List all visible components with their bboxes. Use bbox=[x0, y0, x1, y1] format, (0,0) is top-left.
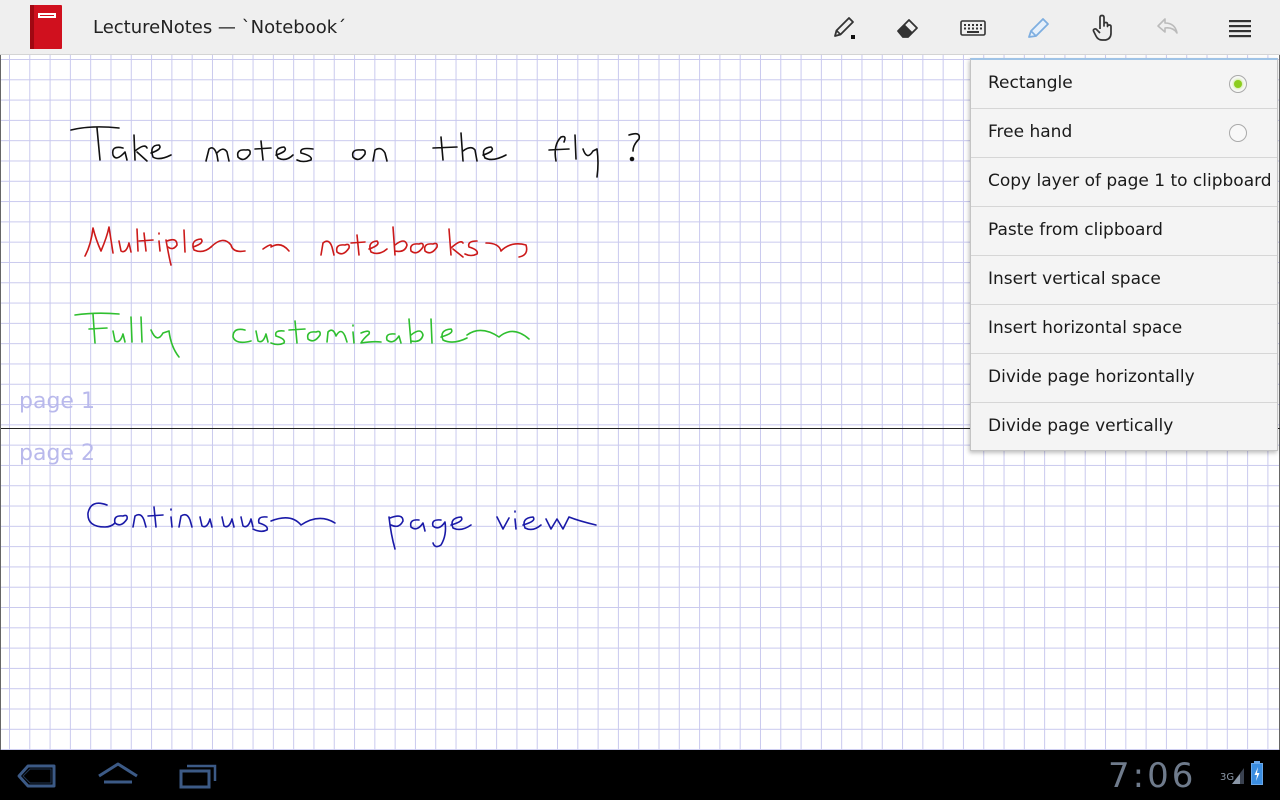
signal-icon bbox=[1232, 768, 1244, 784]
system-bar: 7:06 3G bbox=[0, 750, 1280, 800]
radio-unselected-icon[interactable] bbox=[1229, 124, 1247, 142]
menu-item-label: Insert vertical space bbox=[988, 269, 1161, 289]
hand-pointer-icon bbox=[1092, 14, 1112, 41]
clock[interactable]: 7:06 bbox=[1108, 756, 1196, 796]
highlighter-icon bbox=[1028, 18, 1049, 38]
app-title: LectureNotes — `Notebook´ bbox=[93, 17, 347, 38]
eraser-icon bbox=[897, 19, 918, 38]
pen-tool-button[interactable] bbox=[822, 7, 866, 49]
menu-item-divide-horizontally[interactable]: Divide page horizontally bbox=[971, 354, 1277, 403]
radio-selected-icon[interactable] bbox=[1229, 75, 1247, 93]
keyboard-tool-button[interactable] bbox=[951, 7, 995, 49]
menu-item-paste[interactable]: Paste from clipboard bbox=[971, 207, 1277, 256]
ink-note-fully-customizable bbox=[74, 312, 530, 358]
battery-icon[interactable] bbox=[1250, 760, 1264, 786]
hand-tool-button[interactable] bbox=[1081, 7, 1125, 49]
keyboard-icon bbox=[960, 20, 986, 36]
ink-note-continuous-page-view bbox=[87, 502, 597, 550]
overflow-menu: Rectangle Free hand Copy layer of page 1… bbox=[970, 58, 1278, 451]
menu-item-insert-horizontal-space[interactable]: Insert horizontal space bbox=[971, 305, 1277, 354]
menu-item-label: Divide page vertically bbox=[988, 416, 1174, 436]
back-button[interactable] bbox=[16, 760, 58, 792]
home-icon bbox=[98, 762, 138, 784]
eraser-tool-button[interactable] bbox=[886, 7, 930, 49]
back-icon bbox=[17, 764, 56, 788]
overflow-menu-button[interactable] bbox=[1218, 7, 1262, 49]
menu-item-label: Insert horizontal space bbox=[988, 318, 1183, 338]
undo-icon bbox=[1157, 18, 1178, 34]
recent-apps-icon bbox=[179, 764, 217, 789]
action-bar: LectureNotes — `Notebook´ bbox=[0, 0, 1280, 55]
menu-item-rectangle[interactable]: Rectangle bbox=[971, 60, 1277, 109]
pen-icon bbox=[834, 17, 855, 39]
recent-apps-button[interactable] bbox=[178, 760, 218, 792]
menu-item-free-hand[interactable]: Free hand bbox=[971, 109, 1277, 158]
ink-note-multiple-notebooks bbox=[84, 226, 528, 266]
menu-item-label: Paste from clipboard bbox=[988, 220, 1163, 240]
menu-item-label: Copy layer of page 1 to clipboard bbox=[988, 171, 1272, 191]
home-button[interactable] bbox=[96, 760, 140, 792]
menu-item-copy-layer[interactable]: Copy layer of page 1 to clipboard bbox=[971, 158, 1277, 207]
menu-item-divide-vertically[interactable]: Divide page vertically bbox=[971, 403, 1277, 452]
menu-item-insert-vertical-space[interactable]: Insert vertical space bbox=[971, 256, 1277, 305]
undo-button[interactable] bbox=[1146, 7, 1190, 49]
ink-note-take-notes bbox=[70, 126, 641, 178]
menu-item-label: Free hand bbox=[988, 122, 1073, 142]
selection-tool-button[interactable] bbox=[1016, 7, 1060, 49]
notebook-app-icon[interactable] bbox=[30, 5, 62, 49]
menu-item-label: Divide page horizontally bbox=[988, 367, 1195, 387]
menu-item-label: Rectangle bbox=[988, 73, 1073, 93]
menu-icon bbox=[1229, 20, 1251, 38]
